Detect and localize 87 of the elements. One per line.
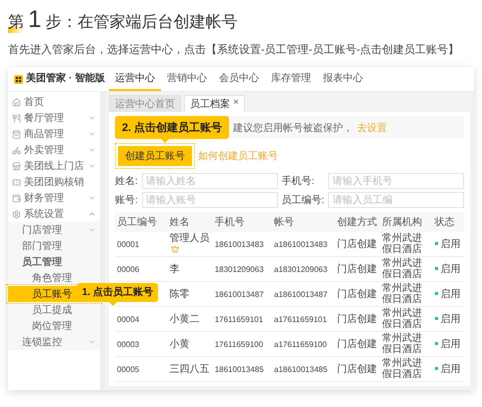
table-cell: 00005 xyxy=(117,364,140,374)
chevron-down-icon xyxy=(88,338,96,346)
table-cell: 启用 xyxy=(440,338,461,350)
column-header: 状态 xyxy=(432,212,464,232)
chevron-down-icon xyxy=(88,226,96,234)
table-cell: a17611659101 xyxy=(274,314,327,324)
table-cell: a18610013483 xyxy=(274,240,328,248)
sidebar-item[interactable]: 角色管理 xyxy=(8,270,100,286)
menu-icon xyxy=(12,98,21,106)
menu-icon xyxy=(12,162,21,170)
close-icon[interactable]: × xyxy=(233,97,239,111)
table-cell: 18301209063 xyxy=(214,264,264,274)
table-cell: 启用 xyxy=(440,238,461,250)
menu-icon xyxy=(12,130,21,138)
column-header: 所属机构 xyxy=(380,212,433,232)
table-cell: 门店创建 xyxy=(336,264,377,274)
table-cell: 启用 xyxy=(440,288,461,300)
table-cell: 00004 xyxy=(117,314,140,324)
menu-icon xyxy=(12,178,21,186)
table-cell: a18610013485 xyxy=(274,364,328,374)
table-cell: 17611659101 xyxy=(214,314,264,324)
table-cell: 18610013483 xyxy=(214,240,264,248)
table-cell: 门店创建 xyxy=(336,338,377,350)
sidebar-item[interactable]: 岗位管理 xyxy=(8,318,100,334)
filter-field[interactable]: 请输入账号 xyxy=(142,192,278,208)
sidebar-item[interactable]: 部门管理 xyxy=(8,238,100,254)
filter-label: 账号: xyxy=(115,194,138,207)
column-header: 员工编号 xyxy=(115,212,168,232)
step-heading: 第 1 步：在管家端后台创建帐号 xyxy=(8,6,238,34)
nav-tab[interactable]: 营销中心 xyxy=(160,67,213,91)
table-cell: a18301209063 xyxy=(274,264,328,274)
table-cell: 18610013487 xyxy=(214,290,264,298)
table-cell: 常州武进假日酒店 xyxy=(382,358,422,380)
table-cell: 小黄二 xyxy=(169,314,200,324)
table-cell: a17611659100 xyxy=(274,340,327,348)
instruction-text: 首先进入管家后台，选择运营中心，点击【系统设置-员工管理-员工账号-点击创建员工账号】 xyxy=(8,42,460,58)
filter-field[interactable]: 请输入员工编 xyxy=(328,192,464,208)
create-account-button[interactable]: 创建员工账号 xyxy=(118,146,192,166)
filter-field[interactable]: 请输入手机号 xyxy=(328,173,464,189)
page-tab[interactable]: 员工档案 × xyxy=(184,95,245,112)
table-cell: 启用 xyxy=(440,264,461,274)
sidebar-item[interactable]: 门店管理 xyxy=(8,222,100,238)
table-cell: 常州武进假日酒店 xyxy=(382,283,422,305)
table-cell: a18610013487 xyxy=(274,290,328,298)
table-cell: 启用 xyxy=(440,364,461,374)
table-cell: 管理人员 xyxy=(169,233,210,244)
column-header: 手机号 xyxy=(212,212,272,232)
sidebar-item[interactable]: 员工提成 xyxy=(8,302,100,318)
column-header: 姓名 xyxy=(167,212,213,232)
table-cell: 常州武进假日酒店 xyxy=(382,258,422,280)
filter-field[interactable]: 请输入姓名 xyxy=(142,173,278,189)
nav-tab[interactable]: 报表中心 xyxy=(316,67,369,91)
crown-icon xyxy=(171,245,180,254)
sidebar-item[interactable]: 连锁监控 xyxy=(8,334,100,350)
table-cell: 17611659100 xyxy=(214,340,264,348)
nav-tab[interactable]: 会员中心 xyxy=(212,67,265,91)
table-cell: 18610013485 xyxy=(214,364,264,374)
sidebar-item[interactable]: 员工管理 xyxy=(8,254,100,270)
table-cell: 00006 xyxy=(117,264,140,274)
chevron-up-icon xyxy=(88,210,96,218)
table-cell: 小黄 xyxy=(169,338,190,350)
nav-tab[interactable]: 库存管理 xyxy=(264,67,317,91)
table-cell: 00003 xyxy=(117,340,140,348)
menu-icon xyxy=(12,146,21,154)
table-cell: 三四八五 xyxy=(169,364,210,374)
table-cell: 常州武进假日酒店 xyxy=(382,308,422,330)
app-logo: 美团管家 · 智能版 xyxy=(8,72,105,86)
filter-label: 手机号: xyxy=(282,174,316,188)
table-cell: 李 xyxy=(169,264,180,274)
table-cell: 门店创建 xyxy=(336,288,377,300)
chevron-down-icon xyxy=(88,194,96,202)
table-cell: 00001 xyxy=(117,240,140,248)
column-header: 创建方式 xyxy=(334,212,380,232)
menu-icon xyxy=(12,114,21,122)
column-header: 帐号 xyxy=(272,212,335,232)
filter-label: 姓名: xyxy=(115,175,138,188)
table-cell: 陈零 xyxy=(169,288,190,300)
table-cell: 常州武进假日酒店 xyxy=(382,233,422,255)
table-cell: 门店创建 xyxy=(336,364,377,374)
filter-label: 员工编号: xyxy=(282,194,324,207)
table-cell: 门店创建 xyxy=(336,314,377,324)
table-cell: 常州武进假日酒店 xyxy=(382,333,422,355)
menu-icon xyxy=(12,210,21,218)
menu-icon xyxy=(12,194,21,202)
table-cell: 门店创建 xyxy=(336,238,377,250)
notice-text: 建议您启用帐号被盗保护， xyxy=(233,122,354,134)
table-cell: 启用 xyxy=(440,314,461,324)
